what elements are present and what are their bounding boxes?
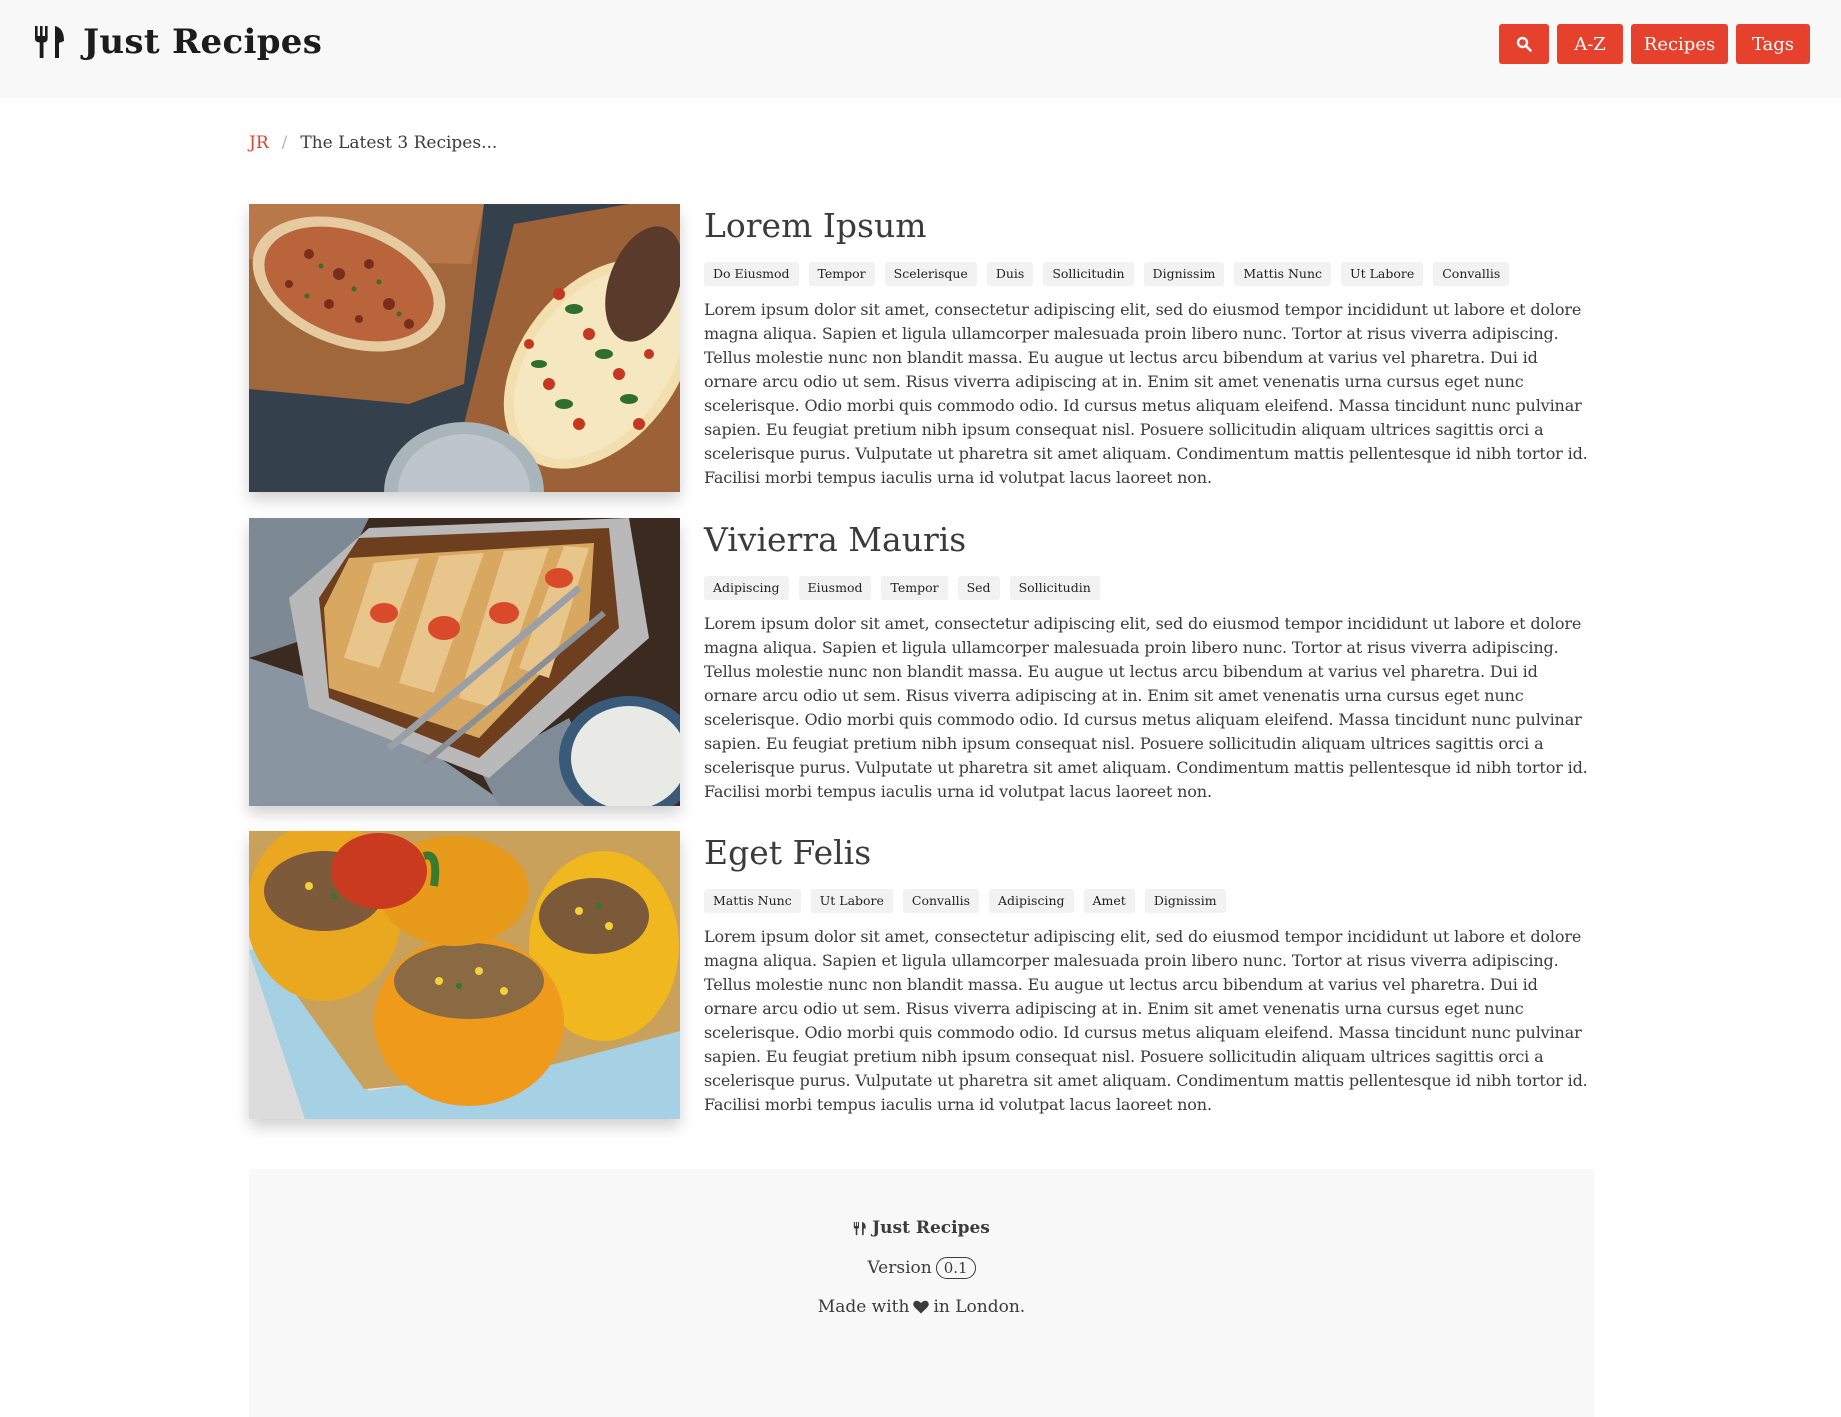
az-button[interactable]: A-Z <box>1557 24 1623 64</box>
recipe-title[interactable]: Lorem Ipsum <box>704 206 1594 246</box>
tag[interactable]: Dignissim <box>1144 889 1226 913</box>
footer-version: Version 0.1 <box>249 1257 1594 1279</box>
utensils-icon <box>853 1221 866 1235</box>
tag[interactable]: Sollicitudin <box>1009 576 1100 600</box>
tag[interactable]: Adipiscing <box>704 576 789 600</box>
recipe-body: Vivierra Mauris Adipiscing Eiusmod Tempo… <box>704 518 1594 804</box>
made-with-prefix: Made with <box>817 1297 910 1317</box>
footer-brand-label: Just Recipes <box>872 1218 990 1238</box>
recipe-body: Lorem Ipsum Do Eiusmod Tempor Scelerisqu… <box>704 204 1594 490</box>
brand[interactable]: Just Recipes <box>33 22 322 62</box>
focaccia-photo[interactable] <box>249 518 680 806</box>
recipe-title[interactable]: Vivierra Mauris <box>704 520 1594 560</box>
recipe-card: Eget Felis Mattis Nunc Ut Labore Convall… <box>249 831 1594 1119</box>
tag[interactable]: Tempor <box>808 262 875 286</box>
breadcrumb-current: The Latest 3 Recipes... <box>300 133 498 153</box>
utensils-icon <box>35 26 64 58</box>
nav-buttons: A-Z Recipes Tags <box>1499 24 1810 64</box>
tag[interactable]: Sed <box>957 576 1000 600</box>
search-icon <box>1516 36 1532 52</box>
navbar: Just Recipes A-Z Recipes Tags <box>0 0 1841 98</box>
tag[interactable]: Sollicitudin <box>1043 262 1134 286</box>
tag[interactable]: Amet <box>1083 889 1135 913</box>
recipes-button[interactable]: Recipes <box>1631 24 1728 64</box>
tag[interactable]: Adipiscing <box>989 889 1074 913</box>
stuffed-peppers-photo[interactable] <box>249 831 680 1119</box>
heart-icon <box>913 1300 930 1314</box>
recipe-card: Lorem Ipsum Do Eiusmod Tempor Scelerisqu… <box>249 204 1594 492</box>
footer: Just Recipes Version 0.1 Made with in Lo… <box>249 1169 1594 1417</box>
tag[interactable]: Ut Labore <box>1341 262 1424 286</box>
tag[interactable]: Eiusmod <box>798 576 872 600</box>
tag[interactable]: Scelerisque <box>884 262 977 286</box>
recipe-description: Lorem ipsum dolor sit amet, consectetur … <box>704 614 1588 801</box>
tag[interactable]: Mattis Nunc <box>1234 262 1332 286</box>
recipe-card: Vivierra Mauris Adipiscing Eiusmod Tempo… <box>249 518 1594 806</box>
tag[interactable]: Duis <box>986 262 1034 286</box>
tag-list: Adipiscing Eiusmod Tempor Sed Sollicitud… <box>704 576 1594 600</box>
tag[interactable]: Convallis <box>1433 262 1510 286</box>
tag-list: Do Eiusmod Tempor Scelerisque Duis Solli… <box>704 262 1594 286</box>
tag[interactable]: Do Eiusmod <box>704 262 799 286</box>
flatbread-pizza-photo[interactable] <box>249 204 680 492</box>
brand-title: Just Recipes <box>83 22 323 62</box>
breadcrumb-home-link[interactable]: JR <box>249 133 269 153</box>
footer-made-with: Made with in London. <box>249 1297 1594 1317</box>
tags-button[interactable]: Tags <box>1736 24 1810 64</box>
tag[interactable]: Mattis Nunc <box>704 889 801 913</box>
recipe-description: Lorem ipsum dolor sit amet, consectetur … <box>704 927 1588 1114</box>
tag[interactable]: Dignissim <box>1143 262 1225 286</box>
tag-list: Mattis Nunc Ut Labore Convallis Adipisci… <box>704 889 1594 913</box>
breadcrumb: JR / The Latest 3 Recipes... <box>249 133 497 153</box>
footer-brand: Just Recipes <box>249 1218 1594 1238</box>
made-with-suffix: in London. <box>933 1297 1026 1317</box>
version-label: Version <box>867 1258 932 1278</box>
recipe-body: Eget Felis Mattis Nunc Ut Labore Convall… <box>704 831 1594 1117</box>
tag[interactable]: Convallis <box>902 889 979 913</box>
recipe-title[interactable]: Eget Felis <box>704 833 1594 873</box>
recipe-description: Lorem ipsum dolor sit amet, consectetur … <box>704 300 1588 487</box>
breadcrumb-separator: / <box>281 133 288 153</box>
tag[interactable]: Ut Labore <box>810 889 893 913</box>
search-button[interactable] <box>1499 24 1549 64</box>
version-badge: 0.1 <box>935 1257 976 1279</box>
tag[interactable]: Tempor <box>881 576 948 600</box>
